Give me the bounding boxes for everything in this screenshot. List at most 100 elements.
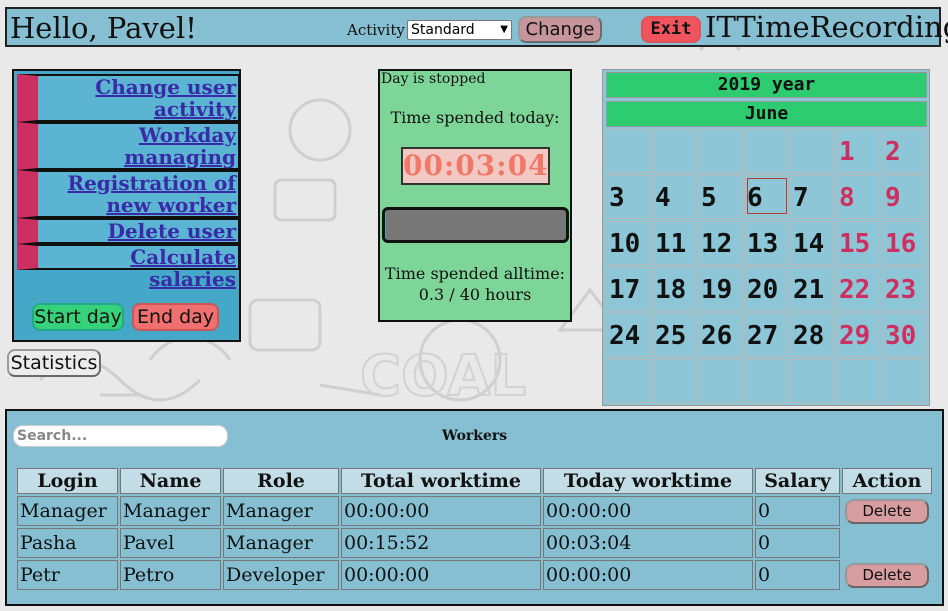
calendar-day[interactable]: 9 (882, 175, 926, 219)
cell-action: Delete (842, 560, 932, 590)
activity-select-value: Standard (411, 22, 475, 38)
menu-item-label: managing (124, 145, 236, 169)
calendar-empty-cell (790, 359, 834, 403)
menu-item-registration[interactable]: Registration of new worker (17, 170, 240, 218)
calendar-day[interactable]: 12 (698, 221, 742, 265)
change-activity-button[interactable]: Change (518, 16, 602, 43)
start-day-button[interactable]: Start day (32, 303, 124, 331)
calendar-day[interactable]: 22 (836, 267, 880, 311)
calendar-day[interactable]: 5 (698, 175, 742, 219)
calendar-day[interactable]: 26 (698, 313, 742, 357)
cell-role: Manager (223, 528, 339, 558)
table-header-row: Login Name Role Total worktime Today wor… (17, 468, 932, 494)
worktime-progress-bar (382, 207, 569, 243)
exit-button[interactable]: Exit (641, 16, 701, 43)
calendar-month: June (606, 101, 927, 127)
cell-today: 00:03:04 (543, 528, 753, 558)
table-row: Manager Manager Manager 00:00:00 00:00:00 0 De… (17, 496, 932, 526)
calendar-day[interactable]: 13 (744, 221, 788, 265)
svg-text:COAL: COAL (360, 344, 526, 409)
table-row: Pasha Pavel Manager 00:15:52 00:03:04 0 (17, 528, 932, 558)
cell-today: 00:00:00 (543, 560, 753, 590)
cell-login: Petr (17, 560, 118, 590)
column-header-role: Role (223, 468, 339, 494)
cell-salary: 0 (755, 560, 840, 590)
delete-button[interactable]: Delete (845, 498, 929, 524)
cell-role: Manager (223, 496, 339, 526)
header-bar: Hello, Pavel! Activity Standard ▼ Change… (5, 7, 948, 47)
cell-login: Manager (17, 496, 118, 526)
menu-item-change-user-activity[interactable]: Change user activity (17, 74, 240, 122)
cell-action: Delete (842, 496, 932, 526)
end-day-button[interactable]: End day (132, 303, 219, 331)
activity-select[interactable]: Standard ▼ (407, 20, 512, 40)
calendar-day[interactable]: 7 (790, 175, 834, 219)
activity-label: Activity (347, 21, 405, 39)
cell-name: Petro (120, 560, 221, 590)
cell-total: 00:00:00 (341, 496, 541, 526)
cell-today: 00:00:00 (543, 496, 753, 526)
calendar-day[interactable]: 18 (652, 267, 696, 311)
calendar-day[interactable]: 8 (836, 175, 880, 219)
calendar-day[interactable]: 19 (698, 267, 742, 311)
calendar-empty-cell (882, 359, 926, 403)
calendar-day[interactable]: 14 (790, 221, 834, 265)
menu-item-label: Workday (138, 123, 236, 147)
day-panel: Day is stopped Time spended today: 00:03… (378, 69, 572, 322)
calendar-day[interactable]: 3 (606, 175, 650, 219)
calendar-day[interactable]: 23 (882, 267, 926, 311)
calendar-day[interactable]: 2 (882, 129, 926, 173)
calendar-empty-cell (652, 129, 696, 173)
greeting: Hello, Pavel! (10, 11, 197, 45)
calendar-empty-cell (698, 129, 742, 173)
calendar-empty-cell (744, 359, 788, 403)
calendar-empty-cell (836, 359, 880, 403)
day-status: Day is stopped (381, 71, 486, 87)
menu-item-label: Delete user (107, 219, 236, 243)
calendar-empty-cell (790, 129, 834, 173)
calendar-day[interactable]: 11 (652, 221, 696, 265)
search-input[interactable]: Search... (13, 425, 228, 447)
column-header-salary: Salary (755, 468, 840, 494)
calendar-day[interactable]: 1 (836, 129, 880, 173)
calendar-day[interactable]: 10 (606, 221, 650, 265)
calendar-day[interactable]: 16 (882, 221, 926, 265)
today-timer: 00:03:04 (401, 147, 550, 185)
delete-button[interactable]: Delete (845, 562, 929, 588)
column-header-total-worktime: Total worktime (341, 468, 541, 494)
menu-item-calculate-salaries[interactable]: Calculate salaries (17, 244, 240, 290)
progress-fill (385, 210, 387, 240)
menu-item-delete-user[interactable]: Delete user (17, 218, 240, 244)
menu-item-label: activity (153, 97, 236, 121)
menu-item-workday-managing[interactable]: Workday managing (17, 122, 240, 170)
calendar-day[interactable]: 4 (652, 175, 696, 219)
menu-item-label: Registration of (67, 171, 236, 195)
spent-today-label: Time spended today: (390, 108, 560, 127)
workers-table-body: Manager Manager Manager 00:00:00 00:00:00 0 De… (17, 496, 932, 590)
calendar-empty-cell (606, 359, 650, 403)
calendar-year: 2019 year (606, 72, 927, 98)
calendar-day[interactable]: 17 (606, 267, 650, 311)
statistics-button[interactable]: Statistics (7, 349, 101, 377)
calendar-day[interactable]: 27 (744, 313, 788, 357)
workers-panel: Search... Workers Login Name Role Total … (5, 409, 944, 606)
calendar-day[interactable]: 6 (744, 175, 788, 219)
alltime-value: 0.3 / 40 hours (418, 285, 532, 304)
calendar-day[interactable]: 15 (836, 221, 880, 265)
calendar-empty-cell (698, 359, 742, 403)
column-header-today-worktime: Today worktime (543, 468, 753, 494)
cell-salary: 0 (755, 528, 840, 558)
calendar-day[interactable]: 21 (790, 267, 834, 311)
calendar-day[interactable]: 25 (652, 313, 696, 357)
calendar-day[interactable]: 28 (790, 313, 834, 357)
cell-role: Developer (223, 560, 339, 590)
calendar-day[interactable]: 24 (606, 313, 650, 357)
column-header-login: Login (17, 468, 118, 494)
calendar-day[interactable]: 29 (836, 313, 880, 357)
column-header-action: Action (842, 468, 932, 494)
calendar-day[interactable]: 20 (744, 267, 788, 311)
cell-name: Pavel (120, 528, 221, 558)
workers-table: Login Name Role Total worktime Today wor… (15, 466, 934, 592)
cell-total: 00:00:00 (341, 560, 541, 590)
calendar-day[interactable]: 30 (882, 313, 926, 357)
